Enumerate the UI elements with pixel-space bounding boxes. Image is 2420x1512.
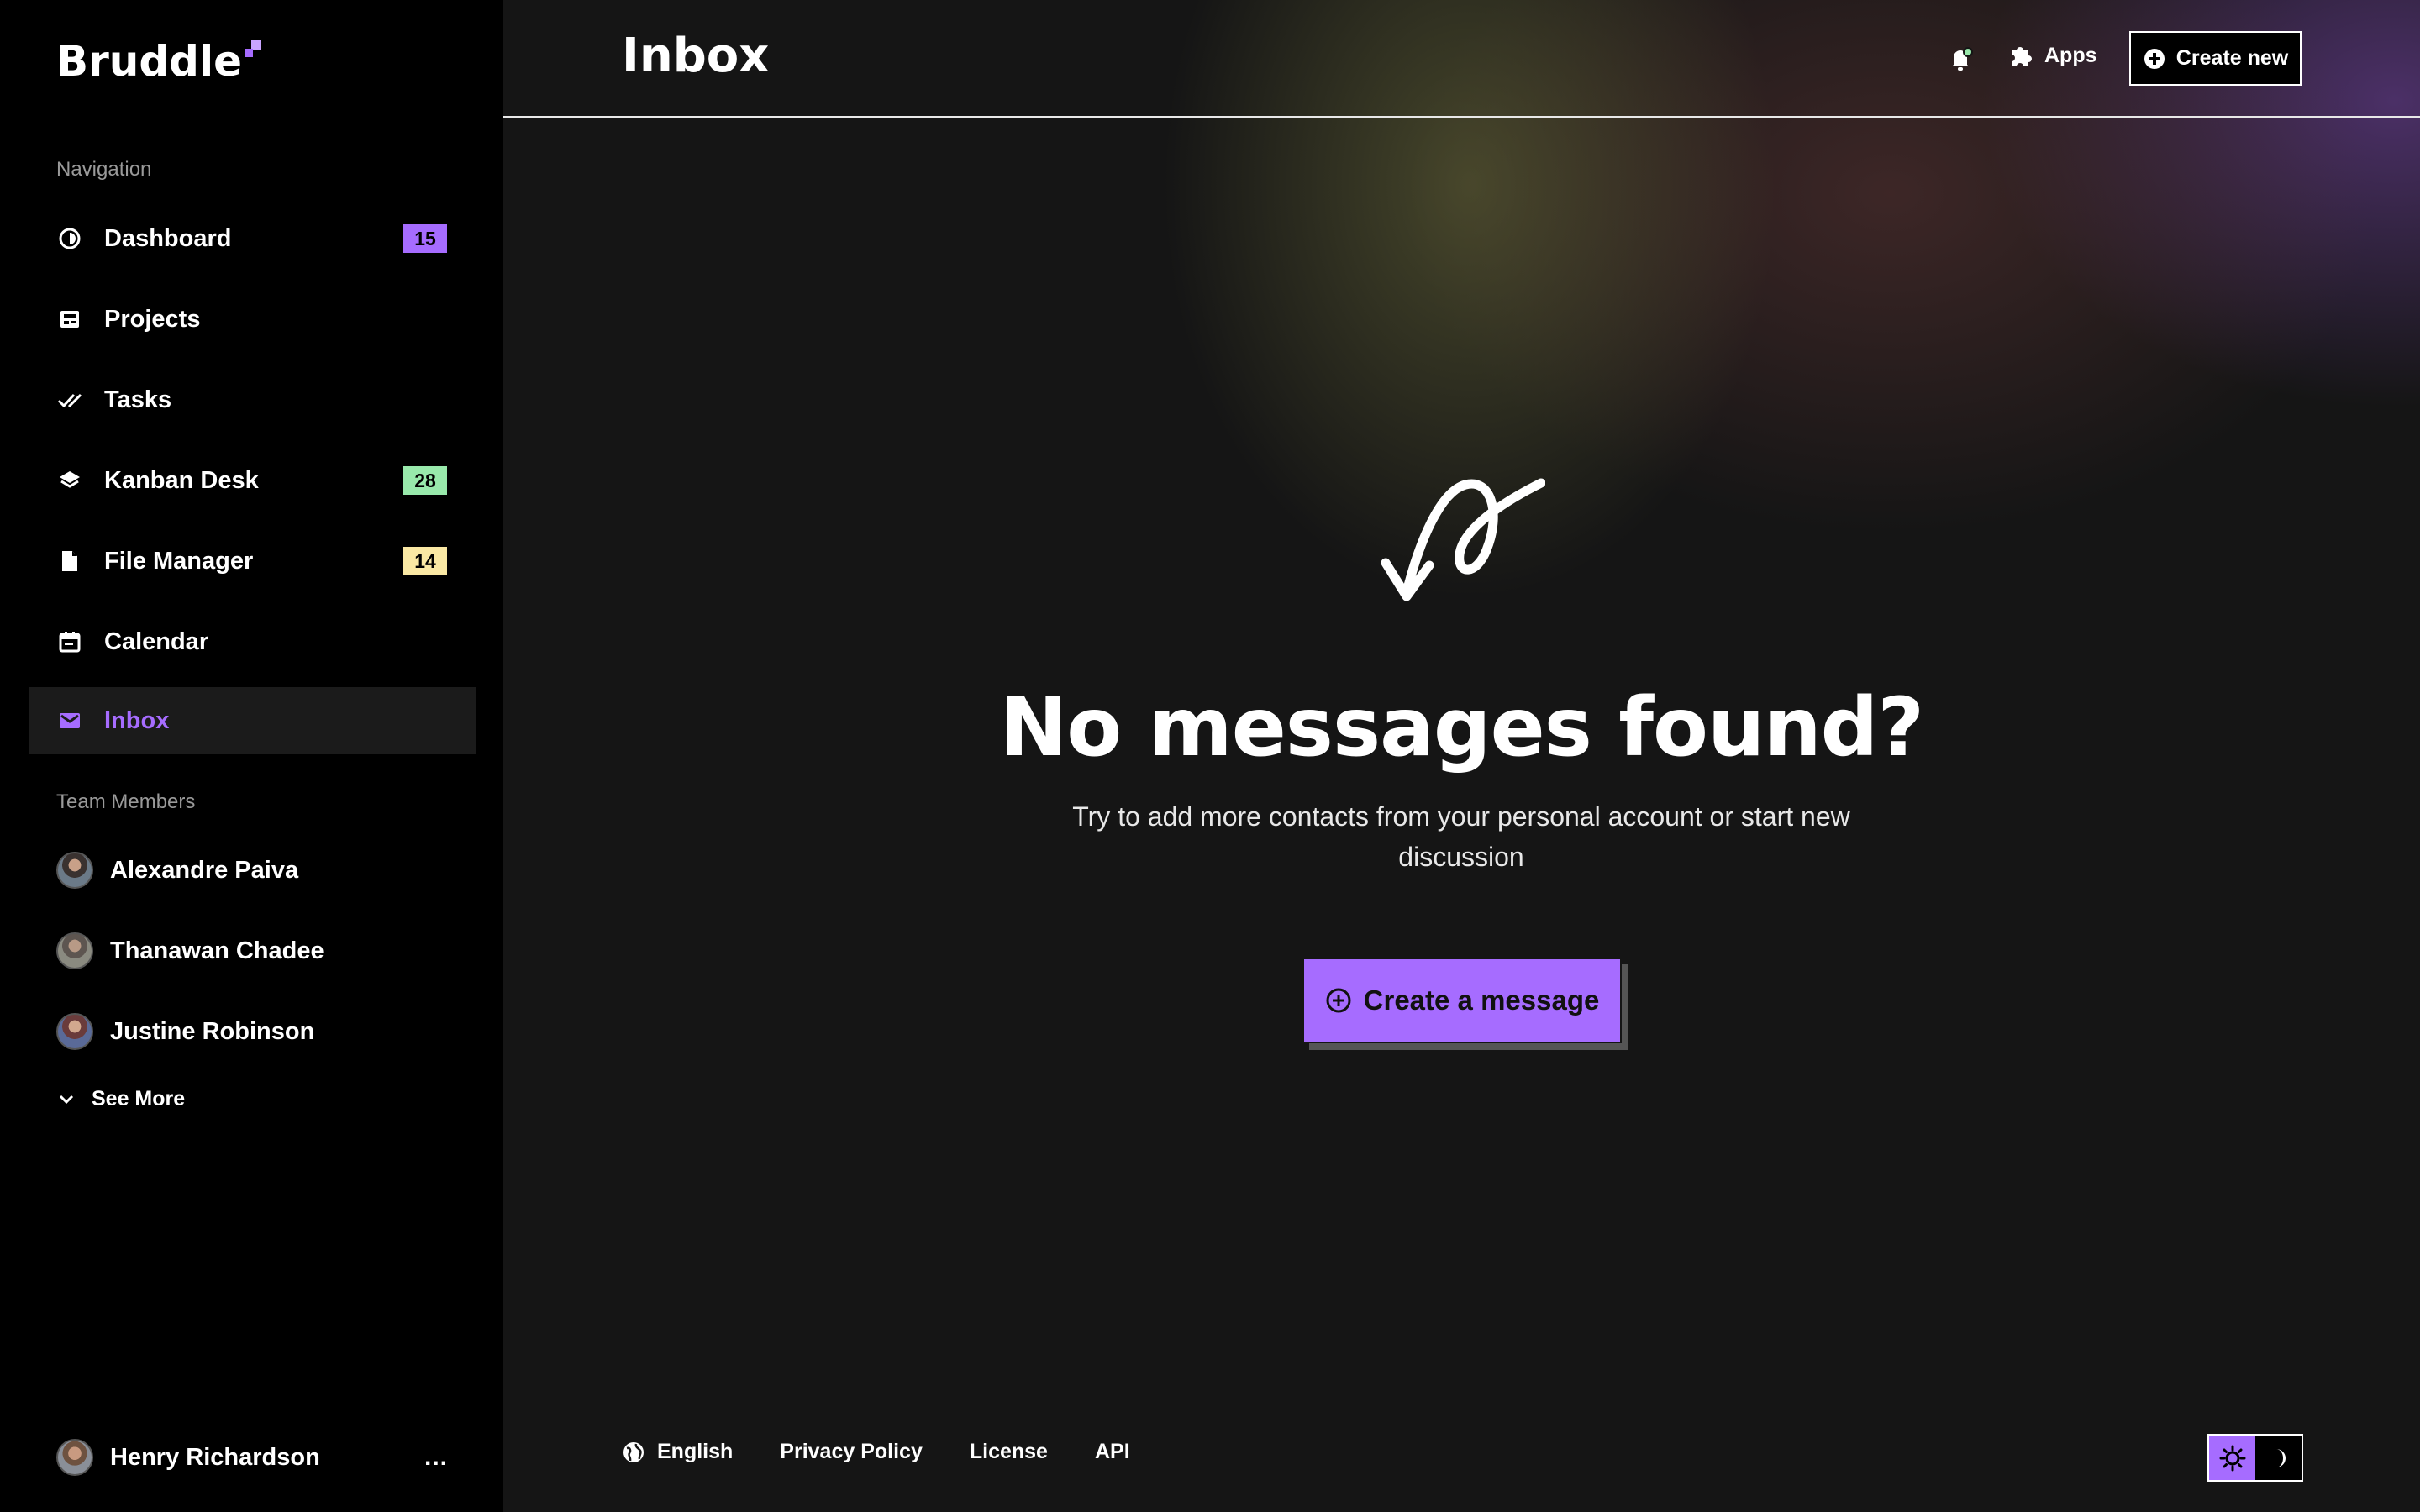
footer: English Privacy Policy License API bbox=[622, 1440, 1177, 1464]
current-user-name: Henry Richardson bbox=[110, 1443, 320, 1471]
current-user[interactable]: Henry Richardson ... bbox=[56, 1436, 448, 1478]
avatar bbox=[56, 1439, 93, 1476]
sun-icon bbox=[2219, 1445, 2245, 1471]
plus-circle-icon bbox=[2144, 48, 2165, 69]
create-new-label: Create new bbox=[2175, 46, 2289, 70]
member-name: Thanawan Chadee bbox=[110, 937, 324, 964]
projects-icon bbox=[57, 307, 82, 332]
logo[interactable]: Bruddle bbox=[56, 37, 265, 86]
count-badge: 28 bbox=[403, 466, 447, 495]
mail-icon bbox=[57, 708, 82, 733]
count-badge: 15 bbox=[403, 224, 447, 253]
globe-icon bbox=[623, 1441, 644, 1462]
sidebar-item-label: Projects bbox=[104, 305, 201, 333]
see-more-label: See More bbox=[92, 1087, 186, 1110]
create-message-label: Create a message bbox=[1363, 984, 1600, 1016]
layers-icon bbox=[57, 468, 82, 493]
privacy-policy-link[interactable]: Privacy Policy bbox=[780, 1440, 923, 1464]
language-label: English bbox=[657, 1440, 734, 1463]
navigation-section-label: Navigation bbox=[56, 158, 152, 181]
sidebar-item-tasks[interactable]: Tasks bbox=[29, 366, 476, 433]
bell-icon bbox=[1952, 47, 1973, 71]
sidebar-item-label: File Manager bbox=[104, 547, 254, 575]
api-link[interactable]: API bbox=[1095, 1440, 1130, 1464]
team-members-section-label: Team Members bbox=[56, 790, 196, 813]
more-options-button[interactable]: ... bbox=[424, 1443, 448, 1472]
curly-arrow-icon bbox=[1381, 478, 1545, 601]
plus-circle-icon bbox=[1326, 988, 1351, 1013]
see-more-button[interactable]: See More bbox=[56, 1087, 185, 1111]
apps-label: Apps bbox=[2044, 43, 2097, 67]
sidebar: Bruddle Navigation Dashboard 15 Projects… bbox=[0, 0, 503, 1512]
team-member-thanawan-chadee[interactable]: Thanawan Chadee bbox=[56, 930, 324, 972]
team-member-alexandre-paiva[interactable]: Alexandre Paiva bbox=[56, 849, 298, 891]
license-link[interactable]: License bbox=[970, 1440, 1048, 1464]
top-bar: Inbox Apps Create new bbox=[503, 0, 2420, 118]
team-member-justine-robinson[interactable]: Justine Robinson bbox=[56, 1011, 314, 1053]
avatar bbox=[56, 852, 93, 889]
create-message-button[interactable]: Create a message bbox=[1302, 958, 1622, 1043]
empty-state-description: Try to add more contacts from your perso… bbox=[1072, 801, 1850, 872]
sidebar-item-projects[interactable]: Projects bbox=[29, 286, 476, 353]
sidebar-item-dashboard[interactable]: Dashboard 15 bbox=[29, 205, 476, 272]
file-icon bbox=[57, 549, 82, 574]
member-name: Alexandre Paiva bbox=[110, 856, 299, 884]
main-content: Inbox Apps Create new No messages found?… bbox=[503, 0, 2420, 1512]
light-mode-button[interactable] bbox=[2209, 1436, 2255, 1480]
empty-state-title: No messages found? bbox=[999, 680, 1924, 774]
sidebar-item-calendar[interactable]: Calendar bbox=[29, 608, 476, 675]
sidebar-item-label: Inbox bbox=[104, 706, 170, 734]
double-check-icon bbox=[57, 387, 82, 412]
moon-icon bbox=[2275, 1448, 2286, 1467]
notifications-button[interactable] bbox=[1944, 42, 1977, 76]
count-badge: 14 bbox=[403, 547, 447, 575]
page-title: Inbox bbox=[622, 29, 770, 83]
logo-text: Bruddle bbox=[56, 37, 242, 86]
sidebar-item-label: Calendar bbox=[104, 627, 209, 655]
apps-button[interactable]: Apps bbox=[2007, 42, 2097, 69]
language-selector[interactable]: English bbox=[622, 1440, 733, 1464]
puzzle-icon bbox=[2012, 47, 2032, 66]
dashboard-icon bbox=[57, 226, 82, 251]
avatar bbox=[56, 932, 93, 969]
chevron-down-icon bbox=[59, 1095, 74, 1104]
calendar-icon bbox=[57, 629, 82, 654]
sidebar-item-label: Tasks bbox=[104, 386, 172, 413]
member-name: Justine Robinson bbox=[110, 1017, 315, 1045]
theme-toggle[interactable] bbox=[2207, 1434, 2303, 1482]
create-new-button[interactable]: Create new bbox=[2129, 31, 2302, 86]
logo-mark-icon bbox=[245, 40, 265, 60]
dark-mode-button[interactable] bbox=[2255, 1436, 2302, 1480]
sidebar-item-label: Kanban Desk bbox=[104, 466, 259, 494]
avatar bbox=[56, 1013, 93, 1050]
sidebar-item-label: Dashboard bbox=[104, 224, 232, 252]
sidebar-item-inbox[interactable]: Inbox bbox=[29, 687, 476, 754]
sidebar-item-kanban-desk[interactable]: Kanban Desk 28 bbox=[29, 447, 476, 514]
sidebar-item-file-manager[interactable]: File Manager 14 bbox=[29, 528, 476, 595]
